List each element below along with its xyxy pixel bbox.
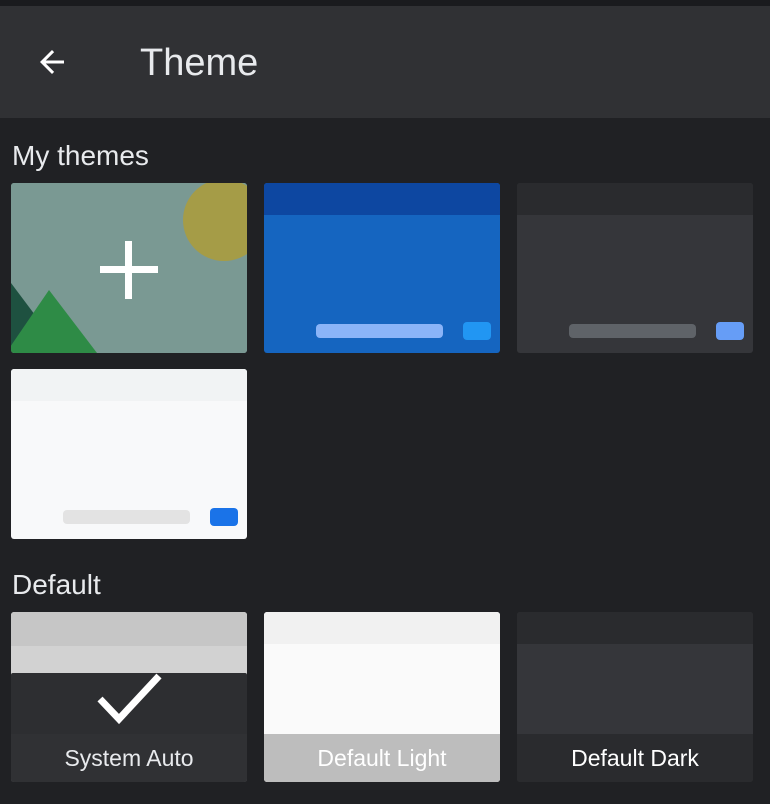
theme-preview-omnibox: [316, 324, 443, 338]
theme-preview-toolbar: [11, 612, 247, 646]
plus-icon: [100, 241, 158, 299]
theme-tile-light[interactable]: [11, 369, 247, 539]
checkmark-icon: [97, 673, 162, 725]
page-title: Theme: [140, 42, 259, 84]
theme-option-default-light[interactable]: Default Light: [264, 612, 500, 782]
theme-preview-accent: [716, 322, 744, 340]
theme-option-default-dark[interactable]: Default Dark: [517, 612, 753, 782]
section-label-default: Default: [12, 569, 101, 600]
theme-option-label: Default Light: [264, 734, 500, 782]
theme-option-system-auto[interactable]: System Auto: [11, 612, 247, 782]
theme-preview-accent: [210, 508, 238, 526]
theme-option-label: Default Dark: [517, 734, 753, 782]
theme-tile-dark[interactable]: [517, 183, 753, 353]
theme-preview-accent: [463, 322, 491, 340]
theme-preview-omnibox: [569, 324, 696, 338]
app-bar: Theme: [0, 6, 770, 118]
theme-preview-toolbar: [264, 183, 500, 215]
back-button[interactable]: [22, 39, 82, 85]
theme-tile-blue[interactable]: [264, 183, 500, 353]
arrow-left-icon: [40, 50, 64, 74]
theme-preview-toolbar: [264, 612, 500, 644]
theme-preview-toolbar: [517, 183, 753, 215]
theme-preview-omnibox: [63, 510, 190, 524]
theme-preview-toolbar: [11, 369, 247, 401]
theme-preview-toolbar: [517, 612, 753, 644]
section-label-my-themes: My themes: [12, 140, 149, 171]
add-theme-tile[interactable]: [11, 183, 247, 353]
theme-option-label: System Auto: [11, 734, 247, 782]
